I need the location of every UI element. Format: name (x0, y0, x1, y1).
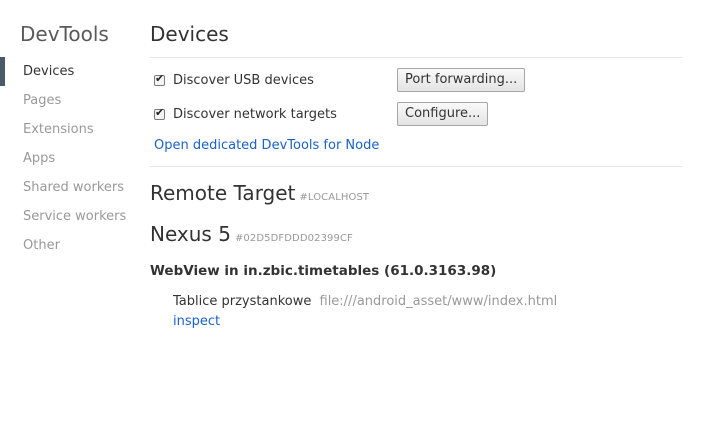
configure-button[interactable]: Configure... (397, 102, 489, 126)
remote-target-tag: #LOCALHOST (299, 192, 370, 203)
divider (150, 166, 682, 167)
page-name: Tablice przystankowe (173, 294, 312, 309)
discover-usb-option[interactable]: ✔ Discover USB devices (154, 68, 314, 92)
page-entry: Tablice przystankowe file:///android_ass… (173, 293, 557, 330)
page-url: file:///android_asset/www/index.html (319, 294, 558, 309)
main-content: Devices ✔ Discover USB devices Port forw… (150, 0, 682, 436)
device-heading: Nexus 5 #02D5DFDDD02399CF (150, 221, 353, 252)
port-forwarding-button[interactable]: Port forwarding... (397, 68, 526, 92)
page-title: Devices (150, 22, 229, 46)
sidebar-item-service-workers[interactable]: Service workers (0, 202, 135, 231)
checkmark-icon: ✔ (155, 71, 165, 85)
discover-usb-label: Discover USB devices (173, 72, 314, 88)
checkmark-icon: ✔ (155, 105, 165, 119)
inspect-link[interactable]: inspect (173, 313, 220, 330)
remote-target-heading: Remote Target #LOCALHOST (150, 180, 369, 211)
sidebar-item-devices[interactable]: Devices (0, 57, 135, 86)
page-entry-line: Tablice przystankowe file:///android_ass… (173, 293, 557, 310)
sidebar: DevTools Devices Pages Extensions Apps S… (0, 0, 135, 436)
sidebar-item-apps[interactable]: Apps (0, 144, 135, 173)
open-node-devtools-link[interactable]: Open dedicated DevTools for Node (154, 138, 379, 153)
remote-target-title: Remote Target (150, 181, 296, 205)
sidebar-item-pages[interactable]: Pages (0, 86, 135, 115)
discover-network-checkbox[interactable]: ✔ (154, 105, 165, 120)
sidebar-title: DevTools (20, 22, 109, 46)
sidebar-nav: Devices Pages Extensions Apps Shared wor… (0, 57, 135, 260)
discover-usb-checkbox[interactable]: ✔ (154, 71, 165, 86)
sidebar-item-other[interactable]: Other (0, 231, 135, 260)
discover-network-label: Discover network targets (173, 106, 337, 122)
divider (150, 57, 682, 58)
sidebar-item-extensions[interactable]: Extensions (0, 115, 135, 144)
device-name: Nexus 5 (150, 222, 231, 246)
device-serial: #02D5DFDDD02399CF (234, 233, 353, 244)
discover-network-option[interactable]: ✔ Discover network targets (154, 102, 337, 126)
browser-title: WebView in in.zbic.timetables (61.0.3163… (150, 263, 497, 279)
sidebar-item-shared-workers[interactable]: Shared workers (0, 173, 135, 202)
